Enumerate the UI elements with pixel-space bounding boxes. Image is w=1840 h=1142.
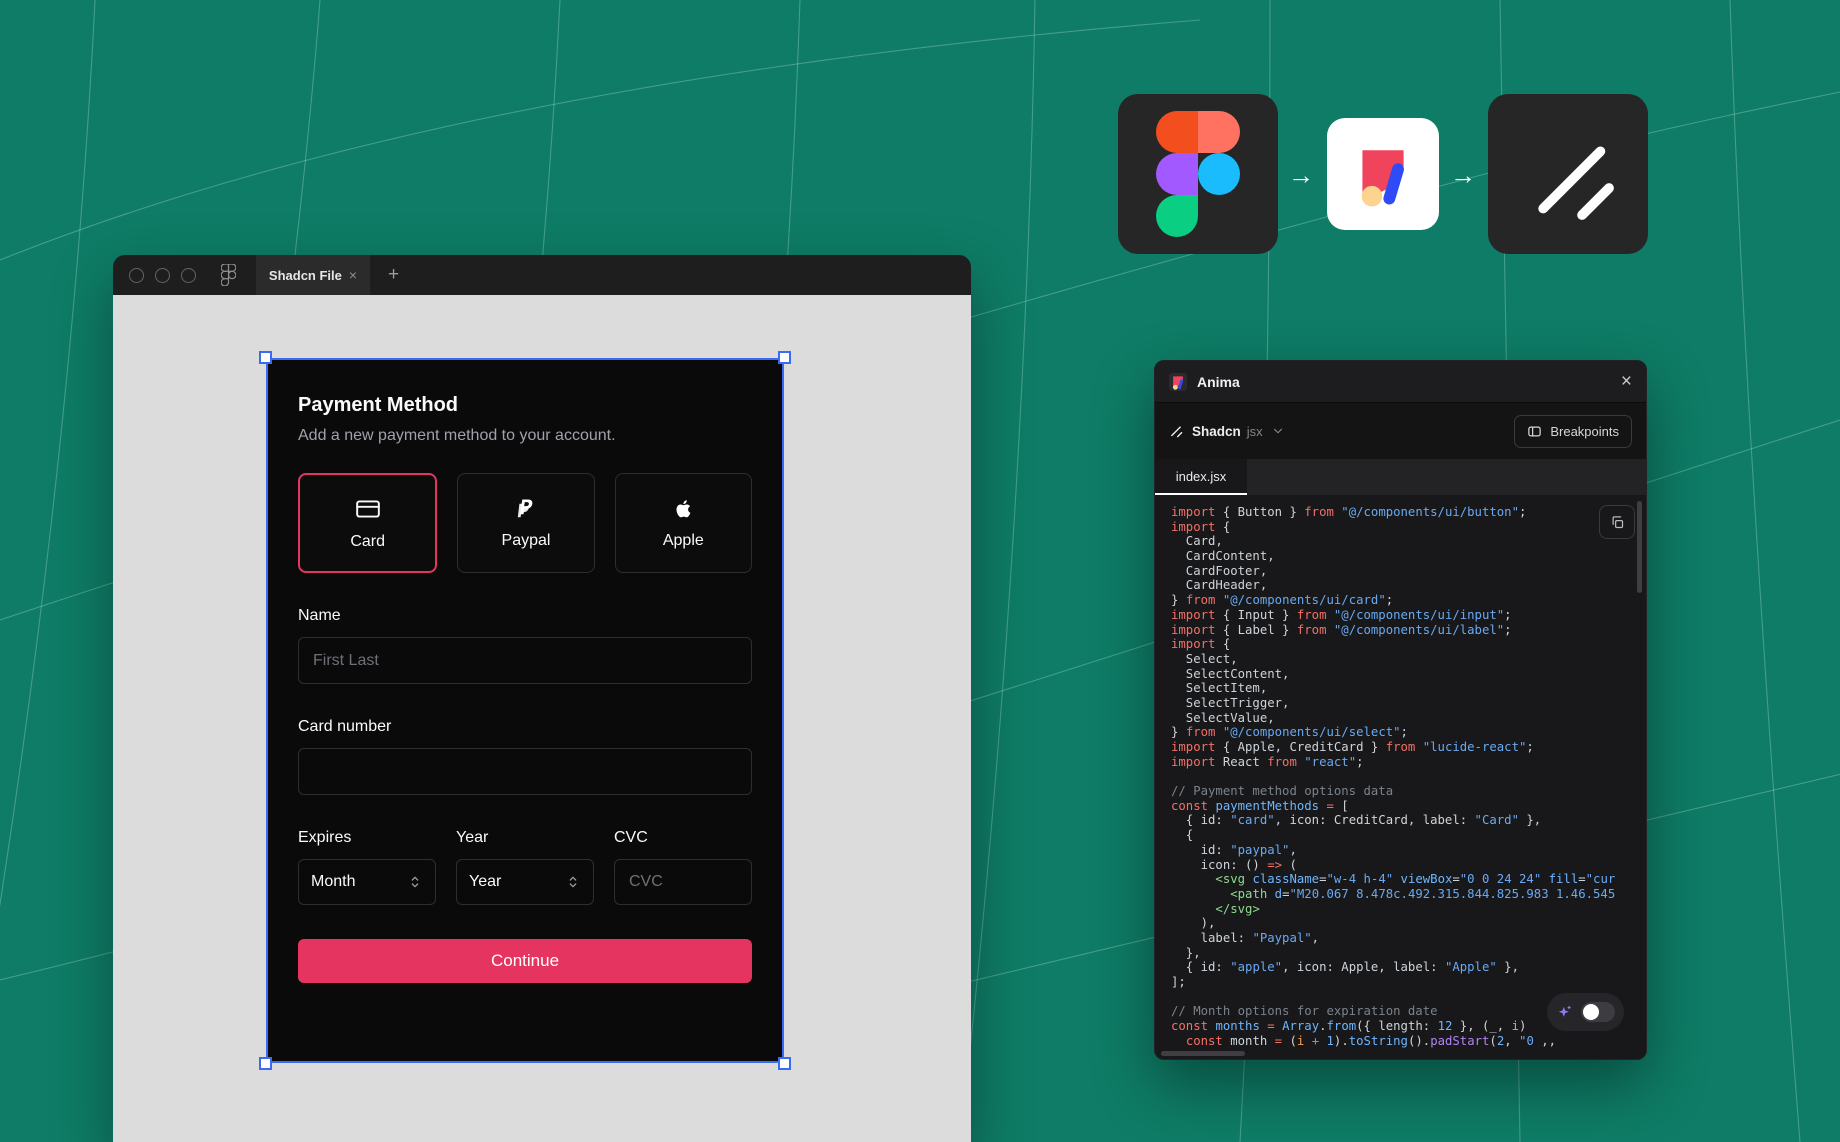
payment-method-options: Card Paypal	[298, 473, 752, 573]
toggle-knob	[1583, 1004, 1599, 1020]
arrow-right-icon: →	[1446, 158, 1480, 192]
expiry-row: Expires Month Year Year	[298, 829, 752, 905]
cvc-input[interactable]	[614, 859, 752, 905]
card-number-input[interactable]	[298, 748, 752, 795]
year-select-value: Year	[469, 873, 501, 891]
panel-header: Anima ×	[1155, 361, 1646, 403]
name-label: Name	[298, 607, 752, 625]
chevron-down-icon[interactable]	[1271, 424, 1285, 438]
arrow-right-icon: →	[1284, 158, 1318, 192]
panel-title: Anima	[1197, 374, 1240, 390]
expires-label: Expires	[298, 829, 436, 847]
code-tabstrip: index.jsx	[1155, 459, 1646, 495]
name-input[interactable]	[298, 637, 752, 684]
selection-handle-bottom-left[interactable]	[259, 1057, 272, 1070]
method-label: Card	[350, 533, 385, 551]
selection-handle-bottom-right[interactable]	[778, 1057, 791, 1070]
figma-canvas: Payment Method Add a new payment method …	[113, 295, 971, 1142]
chevrons-up-down-icon	[407, 874, 423, 890]
figma-logo-icon	[1156, 111, 1240, 237]
apple-icon	[671, 497, 695, 521]
breadcrumb-file-name[interactable]: Shadcn	[1192, 424, 1241, 439]
year-label: Year	[456, 829, 594, 847]
code-lines: import { Button } from "@/components/ui/…	[1155, 495, 1646, 1048]
file-tab-title: Shadcn File	[269, 268, 342, 283]
shadcn-logo-icon	[1514, 120, 1622, 228]
breakpoints-icon	[1527, 424, 1542, 439]
code-editor: import { Button } from "@/components/ui/…	[1155, 495, 1646, 1060]
method-tile-apple[interactable]: Apple	[615, 473, 752, 573]
code-container: index.jsx import { Button } from "@/comp…	[1155, 459, 1646, 1060]
month-select[interactable]: Month	[298, 859, 436, 905]
credit-card-icon	[355, 496, 381, 522]
stage: → →	[0, 0, 1840, 1142]
breakpoints-label: Breakpoints	[1550, 424, 1619, 439]
payment-card: Payment Method Add a new payment method …	[268, 360, 782, 1061]
card-title: Payment Method	[298, 394, 752, 417]
horizontal-scrollbar[interactable]	[1161, 1051, 1245, 1056]
anima-mini-logo-icon	[1169, 373, 1187, 391]
card-number-label: Card number	[298, 718, 752, 736]
shadcn-mini-icon	[1169, 424, 1183, 438]
breadcrumb-row: Shadcn jsx Breakpoints	[1155, 403, 1646, 459]
new-tab-button[interactable]: +	[388, 264, 399, 286]
anima-logo-icon	[1345, 136, 1421, 212]
month-select-value: Month	[311, 873, 355, 891]
figma-app-icon	[1118, 94, 1278, 254]
vertical-scrollbar[interactable]	[1637, 501, 1642, 593]
card-subtitle: Add a new payment method to your account…	[298, 427, 752, 445]
window-control-maximize[interactable]	[181, 268, 196, 283]
sparkle-icon	[1556, 1004, 1573, 1021]
selection-handle-top-left[interactable]	[259, 351, 272, 364]
figma-window: Shadcn File × + Payment Method Add a new…	[113, 255, 971, 1142]
figma-titlebar: Shadcn File × +	[113, 255, 971, 295]
panel-close-icon[interactable]: ×	[1621, 372, 1632, 391]
copy-icon	[1610, 515, 1625, 530]
window-control-minimize[interactable]	[155, 268, 170, 283]
method-label: Paypal	[502, 532, 551, 550]
toggle-switch[interactable]	[1581, 1002, 1615, 1022]
figma-glyph-icon	[221, 264, 236, 286]
tab-index-jsx[interactable]: index.jsx	[1155, 459, 1247, 495]
window-control-close[interactable]	[129, 268, 144, 283]
tab-close-icon[interactable]: ×	[349, 267, 357, 283]
breakpoints-button[interactable]: Breakpoints	[1514, 415, 1632, 448]
method-tile-card[interactable]: Card	[298, 473, 437, 573]
chevrons-up-down-icon	[565, 874, 581, 890]
ai-toggle-pill	[1547, 993, 1624, 1031]
method-label: Apple	[663, 532, 704, 550]
paypal-icon	[514, 497, 538, 521]
payment-card-selection-frame[interactable]: Payment Method Add a new payment method …	[266, 358, 784, 1063]
anima-plugin-panel: Anima × Shadcn jsx Breakpoints index.jsx	[1154, 360, 1647, 1060]
anima-app-icon	[1327, 118, 1439, 230]
cvc-label: CVC	[614, 829, 752, 847]
continue-button[interactable]: Continue	[298, 939, 752, 983]
shadcn-app-icon	[1488, 94, 1648, 254]
file-tab[interactable]: Shadcn File ×	[256, 255, 370, 295]
selection-handle-top-right[interactable]	[778, 351, 791, 364]
year-select[interactable]: Year	[456, 859, 594, 905]
breadcrumb-file-ext: jsx	[1247, 424, 1263, 439]
method-tile-paypal[interactable]: Paypal	[457, 473, 594, 573]
copy-code-button[interactable]	[1599, 505, 1635, 539]
